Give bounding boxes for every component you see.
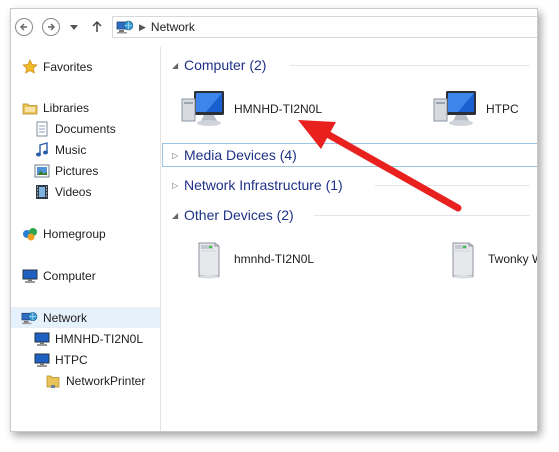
annotation-arrow xyxy=(298,120,462,212)
annotation-arrow-shaft xyxy=(318,127,462,212)
